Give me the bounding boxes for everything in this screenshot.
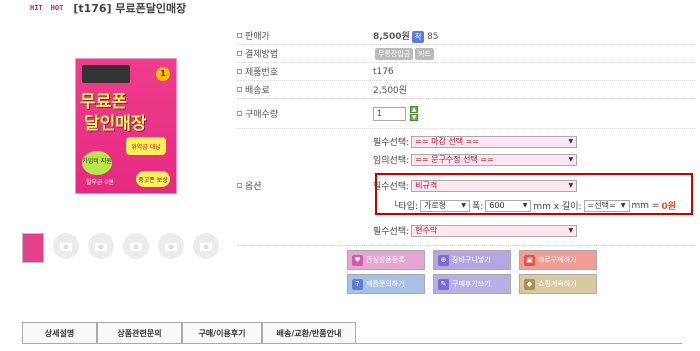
favorite-button[interactable]: ♥ 관심상품등록 <box>347 250 425 270</box>
bullet-icon <box>237 111 242 116</box>
tab-reviews[interactable]: 구매/이용후기 <box>182 322 262 344</box>
qty-label: 구매수량 <box>245 110 279 120</box>
shipping-value: 2,500원 <box>373 86 408 96</box>
detail-tabs: 상세설명 상품관련문의 구매/이용후기 배송/교환/반품안내 <box>22 322 356 344</box>
thumbnail-camera-icon[interactable] <box>158 233 184 259</box>
required3-label: 필수선택: <box>373 227 410 237</box>
write-review-button[interactable]: ✎ 구매후기쓰기 <box>433 274 511 294</box>
bag-icon: ◆ <box>524 278 535 290</box>
inquiry-button[interactable]: ? 제품문의하기 <box>347 274 425 294</box>
option-optional: 임의선택: == 문구수정 선택 == ▼ <box>373 153 578 166</box>
finish-select[interactable]: == 마감 선택 == ▼ <box>411 135 578 148</box>
thumbnail-camera-icon[interactable] <box>123 233 149 259</box>
thumbnail-camera-icon[interactable] <box>88 233 114 259</box>
width-label: 폭: <box>472 202 484 212</box>
bullet-icon <box>237 183 242 188</box>
tab-detail[interactable]: 상세설명 <box>22 322 97 344</box>
chevron-down-icon: ▼ <box>568 182 574 189</box>
page-title: [t176] 무료폰달인매장 <box>73 2 187 15</box>
hot-tag: HOT <box>50 4 64 12</box>
payment-label: 결제방법 <box>245 50 279 60</box>
heart-icon: ♥ <box>352 254 363 266</box>
optional-label: 임의선택: <box>373 156 410 166</box>
buy-now-button[interactable]: ▣ 바로구매하기 <box>519 250 597 270</box>
image-badge: 가입비 지원 <box>82 151 112 175</box>
points-badge: 적 <box>411 30 425 43</box>
product-type-select[interactable]: 현수막 ▼ <box>411 224 578 237</box>
bullet-icon <box>237 69 242 74</box>
size-select[interactable]: 비규격 ▼ <box>411 179 578 192</box>
image-extra: 할부금 0원 <box>86 179 114 186</box>
thumbnail-strip <box>22 233 219 263</box>
length-select[interactable]: =선택= ▼ <box>583 199 630 212</box>
chevron-down-icon: ▼ <box>461 202 467 209</box>
shipping-row: 배송료 2,500원 <box>237 81 695 99</box>
buy-icon: ▣ <box>524 254 535 266</box>
image-subtitle: 위약금 대납 <box>126 137 166 155</box>
quantity-row: 구매수량 1 ▲ ▼ <box>237 99 695 129</box>
phone-graphic <box>82 65 130 83</box>
qty-up-icon[interactable]: ▲ <box>410 106 418 113</box>
pencil-icon: ✎ <box>438 278 449 290</box>
option-required-3: 필수선택: 현수막 ▼ <box>373 224 578 237</box>
product-no-row: 제품번호 t176 <box>237 63 695 81</box>
number-badge: 1 <box>156 67 170 81</box>
product-no-value: t176 <box>373 66 394 77</box>
chevron-down-icon: ▼ <box>568 138 574 145</box>
points-value: 85 <box>427 31 439 42</box>
chevron-down-icon: ▼ <box>568 227 574 234</box>
shipping-label: 배송료 <box>245 86 270 96</box>
question-icon: ? <box>352 278 363 290</box>
price-row: 판매가 8,500원 적 85 <box>237 27 695 45</box>
type-label: └타입: <box>393 202 419 212</box>
payment-method-bank: 무통장입금 <box>375 47 414 60</box>
required2-label: 필수선택: <box>373 182 410 192</box>
required1-label: 필수선택: <box>373 138 410 148</box>
cart-icon: ⊕ <box>438 254 449 266</box>
price-value: 8,500원 <box>373 31 410 42</box>
length-unit: mm = <box>631 200 660 211</box>
tab-product-inquiry[interactable]: 상품관련문의 <box>97 322 182 344</box>
bullet-icon <box>237 87 242 92</box>
tab-divider <box>22 343 682 344</box>
hit-tag: HIT <box>30 4 43 12</box>
qty-down-icon[interactable]: ▼ <box>410 114 418 121</box>
width-unit: mm x 길이: <box>533 202 582 212</box>
bullet-icon <box>237 33 242 38</box>
payment-method-card: 카드 <box>415 47 435 60</box>
text-edit-select[interactable]: == 문구수정 선택 == ▼ <box>411 153 578 166</box>
product-no-label: 제품번호 <box>245 68 279 78</box>
tab-shipping-info[interactable]: 배송/교환/반품안내 <box>262 322 356 344</box>
width-select[interactable]: 600 ▼ <box>485 199 532 212</box>
chevron-down-icon: ▼ <box>522 202 528 209</box>
image-title-line2: 달인매장 <box>84 114 147 134</box>
quantity-stepper: ▲ ▼ <box>410 106 418 121</box>
thumbnail-1[interactable] <box>22 233 44 263</box>
custom-size-line: └타입: 가로형 ▼ 폭: 600 ▼ mm x 길이: =선택= ▼ mm = 0원 <box>393 199 676 212</box>
product-info-table: 판매가 8,500원 적 85 결제방법 무통장입금 카드 제품번호 t176 배송… <box>237 27 695 246</box>
continue-shopping-button[interactable]: ◆ 쇼핑계속하기 <box>519 274 597 294</box>
product-title-row: HIT HOT [t176] 무료폰달인매장 <box>30 0 186 16</box>
thumbnail-camera-icon[interactable] <box>193 233 219 259</box>
quantity-input[interactable]: 1 <box>373 106 406 121</box>
payment-row: 결제방법 무통장입금 카드 <box>237 45 695 63</box>
thumbnail-camera-icon[interactable] <box>53 233 79 259</box>
image-extra2: 중고폰 보상 <box>136 171 170 187</box>
options-row: 옵션 필수선택: == 마감 선택 == ▼ 임의선택: == 문구수정 선택 =… <box>237 129 695 246</box>
price-label: 판매가 <box>245 32 270 42</box>
option-label: 옵션 <box>245 182 262 192</box>
product-main-image[interactable]: 1 무료폰 달인매장 가입비 지원 위약금 대납 할부금 0원 중고폰 보상 <box>75 58 177 194</box>
option-required-1: 필수선택: == 마감 선택 == ▼ <box>373 135 578 148</box>
action-buttons: ♥ 관심상품등록 ⊕ 장바구니넣기 ▣ 바로구매하기 ? 제품문의하기 ✎ 구매후기쓰기 … <box>347 250 597 294</box>
total-price: 0원 <box>661 202 676 212</box>
chevron-down-icon: ▼ <box>568 156 574 163</box>
bullet-icon <box>237 51 242 56</box>
type-select[interactable]: 가로형 ▼ <box>420 199 471 212</box>
add-to-cart-button[interactable]: ⊕ 장바구니넣기 <box>433 250 511 270</box>
chevron-down-icon: ▼ <box>620 202 626 209</box>
option-required-2: 필수선택: 비규격 ▼ <box>373 179 578 192</box>
